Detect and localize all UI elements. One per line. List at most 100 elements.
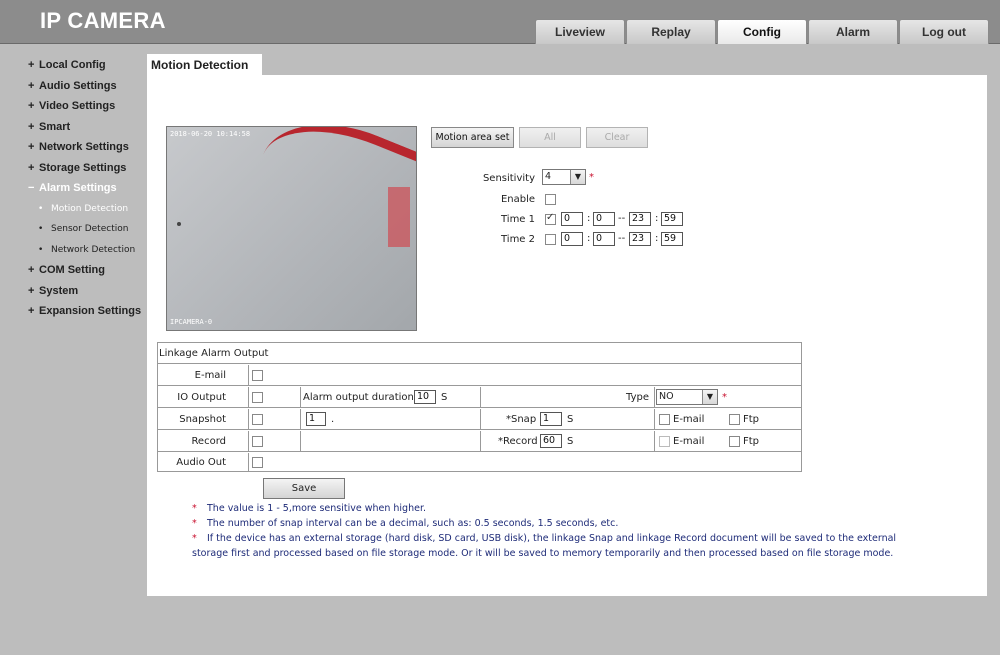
sidebar-item-smart[interactable]: + Smart bbox=[28, 117, 148, 138]
video-osd-timestamp: 2018-06-20 10:14:58 bbox=[170, 130, 251, 138]
enable-label: Enable bbox=[500, 194, 535, 205]
sidebar-item-network-settings[interactable]: + Network Settings bbox=[28, 137, 148, 158]
time1-start-minute-input[interactable]: 0 bbox=[593, 212, 615, 226]
record-target-cell: E-mail Ftp bbox=[655, 431, 801, 452]
snapshot-target-cell: E-mail Ftp bbox=[655, 409, 801, 430]
tab-alarm[interactable]: Alarm bbox=[808, 19, 898, 44]
tab-liveview[interactable]: Liveview bbox=[535, 19, 625, 44]
video-osd-name: IPCAMERA-0 bbox=[170, 318, 213, 326]
record-checkbox[interactable] bbox=[252, 436, 263, 447]
all-button[interactable]: All bbox=[519, 127, 581, 148]
snap-label: *Snap bbox=[506, 414, 537, 425]
enable-checkbox[interactable] bbox=[545, 194, 556, 205]
time2-end-hour-input[interactable]: 23 bbox=[629, 232, 651, 246]
time1-start-hour-input[interactable]: 0 bbox=[561, 212, 583, 226]
alarm-duration-label: Alarm output duration bbox=[303, 392, 414, 403]
sidebar-item-com-setting[interactable]: + COM Setting bbox=[28, 260, 148, 281]
sidebar-item-audio-settings[interactable]: + Audio Settings bbox=[28, 76, 148, 97]
snapshot-count-cell: 1 . bbox=[301, 409, 481, 430]
type-label: Type bbox=[626, 392, 649, 403]
top-navigation: Liveview Replay Config Alarm Log out bbox=[535, 19, 990, 44]
tab-logout[interactable]: Log out bbox=[899, 19, 989, 44]
sidebar-item-video-settings[interactable]: + Video Settings bbox=[28, 96, 148, 117]
sidebar-subitem-label: Sensor Detection bbox=[51, 224, 129, 234]
record-email-checkbox[interactable] bbox=[659, 436, 670, 447]
note-star: * bbox=[192, 518, 197, 529]
record-label: *Record bbox=[498, 436, 538, 447]
plus-icon: + bbox=[28, 100, 35, 112]
time1-end-minute-input[interactable]: 59 bbox=[661, 212, 683, 226]
snapshot-count-input[interactable]: 1 bbox=[306, 412, 326, 426]
sidebar-item-label: Audio Settings bbox=[39, 79, 117, 92]
time-dash: -- bbox=[618, 213, 626, 224]
sidebar-item-local-config[interactable]: + Local Config bbox=[28, 55, 148, 76]
sensitivity-label: Sensitivity bbox=[482, 173, 535, 184]
plus-icon: + bbox=[28, 264, 35, 276]
record-duration-input[interactable]: 60 bbox=[540, 434, 562, 448]
app-logo-title: IP CAMERA bbox=[40, 8, 166, 33]
snapshot-ftp-checkbox[interactable] bbox=[729, 414, 740, 425]
page-title-tab: Motion Detection bbox=[147, 54, 262, 76]
sidebar-menu: + Local Config + Audio Settings + Video Set… bbox=[28, 55, 148, 322]
linkage-alarm-table: Linkage Alarm Output E-mail IO Output Al… bbox=[157, 342, 802, 472]
snapshot-period: . bbox=[331, 414, 335, 425]
sidebar-item-label: System bbox=[39, 284, 79, 297]
record-ftp-checkbox[interactable] bbox=[729, 436, 740, 447]
sidebar-item-expansion-settings[interactable]: + Expansion Settings bbox=[28, 301, 148, 322]
sidebar-subitem-sensor-detection[interactable]: • Sensor Detection bbox=[28, 219, 148, 240]
sidebar-item-label: Expansion Settings bbox=[39, 305, 142, 317]
time1-end-hour-input[interactable]: 23 bbox=[629, 212, 651, 226]
sidebar-subitem-label: Motion Detection bbox=[51, 203, 129, 214]
sensitivity-select[interactable]: 4 ▼ bbox=[542, 169, 586, 185]
time-colon: : bbox=[655, 213, 659, 224]
sidebar-subitem-label: Network Detection bbox=[51, 244, 136, 255]
snapshot-email-checkbox[interactable] bbox=[659, 414, 670, 425]
time1-checkbox[interactable] bbox=[545, 212, 556, 225]
time2-end-minute-input[interactable]: 59 bbox=[661, 232, 683, 246]
audio-out-row-label: Audio Out bbox=[158, 453, 249, 472]
motion-area-set-button[interactable]: Motion area set bbox=[431, 127, 514, 148]
tab-config[interactable]: Config bbox=[717, 19, 807, 44]
note-star: * bbox=[192, 503, 197, 514]
record-row-label: Record bbox=[158, 431, 249, 452]
sidebar-item-alarm-settings[interactable]: − Alarm Settings bbox=[28, 178, 148, 199]
minus-icon: − bbox=[28, 182, 35, 194]
email-checkbox[interactable] bbox=[252, 370, 263, 381]
record-empty-cell bbox=[301, 431, 481, 452]
tab-replay[interactable]: Replay bbox=[626, 19, 716, 44]
chevron-down-icon: ▼ bbox=[702, 390, 717, 404]
note-text: The number of snap interval can be a dec… bbox=[207, 518, 619, 529]
snap-interval-input[interactable]: 1 bbox=[540, 412, 562, 426]
type-select[interactable]: NO ▼ bbox=[656, 389, 718, 405]
video-preview[interactable]: 2018-06-20 10:14:58 IPCAMERA-0 bbox=[166, 126, 417, 331]
sidebar-item-label: Network Settings bbox=[39, 141, 129, 153]
snap-interval-unit: S bbox=[567, 414, 574, 425]
alarm-duration-input[interactable]: 10 bbox=[414, 390, 436, 404]
sidebar-item-label: Storage Settings bbox=[39, 161, 127, 174]
time2-checkbox[interactable] bbox=[545, 234, 556, 245]
required-asterisk: * bbox=[589, 172, 594, 183]
plus-icon: + bbox=[28, 284, 35, 297]
sidebar-item-label: Local Config bbox=[39, 59, 106, 71]
snapshot-checkbox[interactable] bbox=[252, 414, 263, 425]
audio-out-cell bbox=[249, 453, 801, 472]
sidebar-subitem-motion-detection[interactable]: • Motion Detection bbox=[28, 199, 148, 220]
sidebar-item-system[interactable]: + System bbox=[28, 281, 148, 302]
record-email-label: E-mail bbox=[673, 436, 705, 447]
table-row: Audio Out bbox=[158, 453, 801, 472]
io-output-checkbox[interactable] bbox=[252, 392, 263, 403]
time2-start-hour-input[interactable]: 0 bbox=[561, 232, 583, 246]
table-row: IO Output Alarm output duration 10 S Typ… bbox=[158, 387, 801, 408]
record-duration-cell: *Record 60 S bbox=[481, 431, 655, 452]
time2-label: Time 2 bbox=[500, 234, 535, 245]
clear-button[interactable]: Clear bbox=[586, 127, 648, 148]
save-button[interactable]: Save bbox=[263, 478, 345, 499]
sidebar-item-storage-settings[interactable]: + Storage Settings bbox=[28, 158, 148, 179]
time2-start-minute-input[interactable]: 0 bbox=[593, 232, 615, 246]
note-star: * bbox=[192, 533, 197, 544]
audio-out-checkbox[interactable] bbox=[252, 457, 263, 468]
bullet-icon: • bbox=[38, 203, 44, 214]
snapshot-row-label: Snapshot bbox=[158, 409, 249, 430]
sidebar-subitem-network-detection[interactable]: • Network Detection bbox=[28, 240, 148, 261]
table-row: Record *Record 60 S E-mail Ftp bbox=[158, 431, 801, 452]
